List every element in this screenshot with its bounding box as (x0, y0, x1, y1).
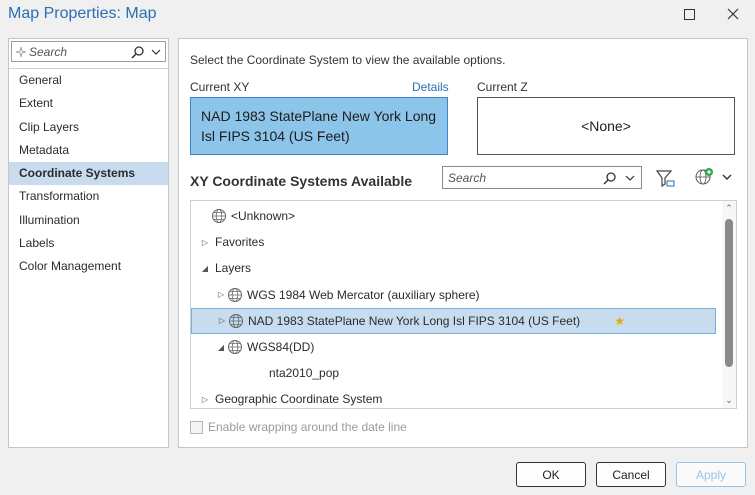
favorite-star-icon[interactable]: ★ (614, 314, 625, 328)
sidebar-item-extent[interactable]: Extent (9, 92, 168, 115)
sparkle-icon (15, 46, 27, 57)
category-list: General Extent Clip Layers Metadata Coordina… (9, 68, 168, 279)
tree-row[interactable]: ◢ Layers (191, 255, 251, 281)
tree-row-label: Layers (215, 261, 252, 276)
expand-icon[interactable]: ▷ (215, 290, 227, 299)
search-icon[interactable] (131, 45, 145, 59)
expand-icon[interactable]: ▷ (216, 316, 228, 325)
coordinate-system-tree: <Unknown> ▷ Favorites ◢ Layers ▷ WGS 1984 Web … (190, 200, 737, 409)
collapse-icon[interactable]: ◢ (215, 343, 227, 352)
filter-button[interactable] (654, 167, 676, 194)
coordinate-systems-page: Select the Coordinate System to view the… (178, 38, 748, 448)
globe-icon (228, 287, 242, 302)
globe-icon (212, 209, 226, 223)
current-xy-box[interactable]: NAD 1983 StatePlane New York Long Isl FI… (190, 97, 448, 155)
expand-icon[interactable]: ▷ (199, 395, 211, 404)
collapse-icon[interactable]: ◢ (199, 264, 211, 273)
tree-row[interactable]: ▷ Favorites (191, 229, 264, 255)
globe-icon (228, 340, 242, 354)
sidebar-item-metadata[interactable]: Metadata (9, 139, 168, 162)
expand-icon[interactable]: ▷ (199, 238, 211, 247)
search-icon[interactable] (603, 171, 617, 185)
maximize-button[interactable] (675, 0, 703, 28)
add-coordinate-system-button[interactable] (694, 167, 732, 187)
sidebar-item-illumination[interactable]: Illumination (9, 209, 168, 232)
tree-scrollbar[interactable]: ⌃ ⌄ (722, 201, 736, 408)
filter-icon (655, 170, 675, 188)
window-title: Map Properties: Map (8, 5, 157, 22)
instruction-text: Select the Coordinate System to view the… (190, 53, 506, 67)
category-search-box[interactable]: Search (11, 41, 166, 62)
current-z-label: Current Z (477, 80, 528, 94)
tree-row[interactable]: ◢ WGS84(DD) (191, 334, 314, 360)
category-search-placeholder: Search (29, 44, 68, 59)
tree-row[interactable]: ▷ WGS 1984 Web Mercator (auxiliary sphere… (191, 282, 480, 308)
close-icon (727, 8, 739, 20)
current-z-box[interactable]: <None> (477, 97, 735, 155)
coordinate-search-box[interactable]: Search (442, 166, 642, 189)
tree-row-label: NAD 1983 StatePlane New York Long Isl FI… (248, 313, 581, 328)
tree-row[interactable]: <Unknown> (191, 203, 295, 229)
globe-icon (229, 313, 243, 328)
chevron-down-icon (722, 174, 732, 180)
close-button[interactable] (719, 0, 747, 28)
available-heading: XY Coordinate Systems Available (190, 173, 413, 189)
categories-panel: Search General Extent Clip Layers Metadata C… (8, 38, 169, 448)
coordinate-search-placeholder: Search (448, 170, 487, 185)
details-link[interactable]: Details (412, 80, 449, 94)
tree-row-label: WGS 1984 Web Mercator (auxiliary sphere) (247, 287, 480, 302)
chevron-down-icon[interactable] (625, 173, 635, 183)
tree-row[interactable]: ▷ NAD 1983 StatePlane New York Long Isl F… (191, 307, 716, 334)
scrollbar-thumb[interactable] (725, 219, 733, 367)
sidebar-item-clip-layers[interactable]: Clip Layers (9, 116, 168, 139)
tree-row-label: WGS84(DD) (247, 340, 315, 354)
ok-button[interactable]: OK (516, 462, 586, 487)
wrap-checkbox-label: Enable wrapping around the date line (208, 420, 407, 434)
sidebar-item-coordinate-systems[interactable]: Coordinate Systems (9, 162, 168, 186)
current-xy-label: Current XY (190, 80, 250, 94)
wrap-checkbox[interactable] (190, 420, 203, 434)
sidebar-item-general[interactable]: General (9, 69, 168, 92)
sidebar-item-color-management[interactable]: Color Management (9, 255, 168, 278)
globe-add-icon (695, 168, 713, 185)
apply-button[interactable]: Apply (676, 462, 746, 487)
wrap-checkbox-row[interactable]: Enable wrapping around the date line (190, 420, 407, 434)
cancel-button[interactable]: Cancel (596, 462, 666, 487)
chevron-down-icon[interactable] (151, 47, 161, 57)
scroll-down-icon[interactable]: ⌄ (724, 395, 734, 406)
sidebar-item-labels[interactable]: Labels (9, 232, 168, 255)
tree-row-label: nta2010_pop (269, 366, 340, 381)
tree-row[interactable]: nta2010_pop (191, 360, 339, 386)
tree-row-label: Favorites (215, 235, 265, 250)
sidebar-item-transformation[interactable]: Transformation (9, 185, 168, 208)
scroll-up-icon[interactable]: ⌃ (724, 203, 734, 214)
tree-row-label: Geographic Coordinate System (215, 392, 383, 407)
tree-row-label: <Unknown> (231, 209, 296, 223)
tree-row[interactable]: ▷ Geographic Coordinate System (191, 386, 383, 408)
maximize-icon (683, 8, 695, 20)
